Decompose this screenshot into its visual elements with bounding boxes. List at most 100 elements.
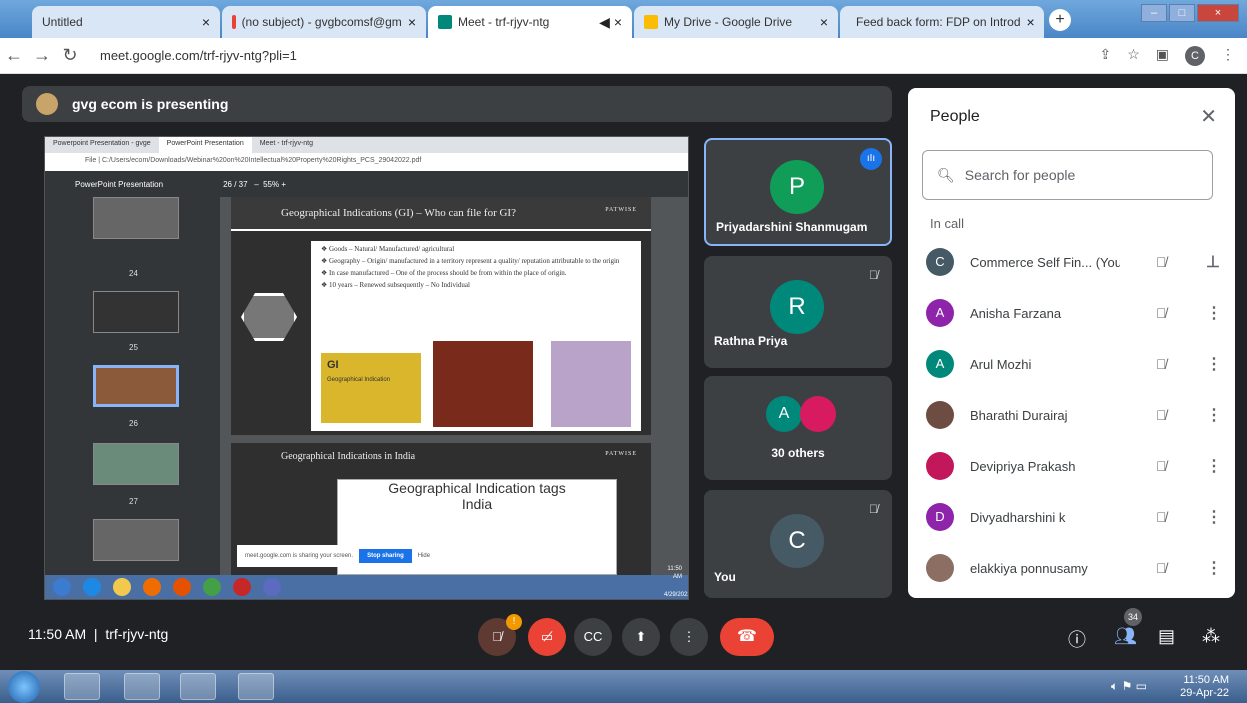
slide-title-text: Geographical Indications (GI) – Who can … <box>281 207 516 219</box>
taskbar-app-icon[interactable] <box>238 673 274 700</box>
participant-row[interactable]: A Arul Mozhi 🎙̸ ⋮ <box>926 344 1226 384</box>
start-button[interactable] <box>8 671 40 703</box>
share-icon[interactable]: ⇪ <box>1099 46 1111 66</box>
tab-close-icon[interactable]: × <box>1027 14 1035 30</box>
pin-icon[interactable]: ⊥ <box>1206 252 1220 272</box>
camera-off-button[interactable]: ▭̸ <box>528 618 566 656</box>
thumbnail-pane: 24 25 26 27 <box>45 197 220 577</box>
slide-bullet: ❖ 10 years – Renewed subsequently – No I… <box>321 281 470 289</box>
pdf-viewer: 24 25 26 27 Geographical Indications (GI… <box>45 197 688 577</box>
pdf-toolbar: PowerPoint Presentation 26 / 37 – 55% + <box>45 171 688 197</box>
folder-icon <box>113 578 131 596</box>
system-clock[interactable]: 11:50 AM 29-Apr-22 <box>1180 674 1229 700</box>
mic-off-icon: 🎙̸ <box>1156 305 1167 321</box>
os-taskbar: 🔈︎ ⚑ ▭ 11:50 AM 29-Apr-22 <box>0 670 1247 703</box>
profile-avatar[interactable]: C <box>1185 46 1205 66</box>
tab-label: Feed back form: FDP on Introd <box>856 15 1021 29</box>
participant-count-badge: 34 <box>1124 608 1142 626</box>
participant-row[interactable]: D Divyadharshini k 🎙̸ ⋮ <box>926 497 1226 537</box>
participant-photo <box>926 401 954 429</box>
people-icon[interactable]: 👥︎ <box>1114 626 1137 647</box>
meeting-time: 11:50 AM <box>28 626 87 642</box>
more-options-button[interactable]: ⋮ <box>670 618 708 656</box>
more-options-icon[interactable]: ⋮ <box>1206 456 1222 476</box>
people-panel: People ✕ 🔍︎ Search for people In call C … <box>908 88 1235 598</box>
tray-icons[interactable]: 🔈︎ ⚑ ▭ <box>1111 679 1147 694</box>
browser-tab-bar: Untitled × (no subject) - gvgbcomsf@gm × M… <box>0 0 1247 38</box>
url-field[interactable]: meet.google.com/trf-rjyv-ntg?pli=1 <box>100 48 297 63</box>
mic-off-icon: 🎙̸ <box>869 268 878 282</box>
tile-name: 30 others <box>771 446 825 460</box>
slide2-brand: PATWISE <box>605 451 637 457</box>
tab-close-icon[interactable]: ◀ × <box>599 14 622 31</box>
maximize-icon[interactable]: □ <box>1169 4 1195 22</box>
tab-close-icon[interactable]: × <box>408 14 416 30</box>
more-options-icon[interactable]: ⋮ <box>1206 303 1222 323</box>
tile-priyadarsini[interactable]: P ıIı Priyadarshini Shanmugam <box>704 138 892 246</box>
reload-icon[interactable]: ↻ <box>56 45 84 66</box>
browser-menu-icon[interactable]: ⋮ <box>1221 46 1235 66</box>
pdf-icon <box>233 578 251 596</box>
participant-row[interactable]: elakkiya ponnusamy 🎙̸ ⋮ <box>926 548 1226 588</box>
back-icon[interactable]: ← <box>0 45 28 66</box>
tile-you[interactable]: 🎙̸ C You <box>704 490 892 598</box>
participant-avatar: A <box>926 299 954 327</box>
gmail-icon <box>232 15 236 29</box>
shared-screen: Powerpoint Presentation - gvge PowerPoin… <box>44 136 689 600</box>
browser-tab-drive[interactable]: My Drive - Google Drive × <box>634 6 838 38</box>
taskbar-chrome-icon[interactable] <box>124 673 160 700</box>
captions-button[interactable]: CC <box>574 618 612 656</box>
slide-gi-who-can-file: Geographical Indications (GI) – Who can … <box>231 197 651 435</box>
window-close-icon[interactable]: × <box>1197 4 1239 22</box>
present-button[interactable]: ⬆ <box>622 618 660 656</box>
participant-row[interactable]: Devipriya Prakash 🎙̸ ⋮ <box>926 446 1226 486</box>
tab-label: Untitled <box>42 15 83 29</box>
meeting-info-icon[interactable]: ⓘ <box>1068 626 1086 652</box>
participant-name: Divyadharshini k <box>970 509 1066 525</box>
browser-tab-untitled[interactable]: Untitled × <box>32 6 220 38</box>
page-thumbnail <box>93 197 179 239</box>
participant-row[interactable]: A Anisha Farzana 🎙̸ ⋮ <box>926 293 1226 333</box>
browser-tab-gmail[interactable]: (no subject) - gvgbcomsf@gm × <box>222 6 426 38</box>
side-panel-icon[interactable]: ▣ <box>1156 46 1169 66</box>
page-thumbnail <box>93 443 179 485</box>
shared-taskbar: 11:50 AM 4/29/2022 <box>45 566 688 599</box>
activities-icon[interactable]: ⁂ <box>1202 626 1220 647</box>
tile-name: Rathna Priya <box>714 334 788 348</box>
participant-name: Devipriya Prakash <box>970 458 1076 474</box>
close-icon[interactable]: ✕ <box>1200 104 1217 129</box>
more-options-icon[interactable]: ⋮ <box>1206 558 1222 578</box>
participant-avatar: D <box>926 503 954 531</box>
taskbar-chrome-icon[interactable] <box>180 673 216 700</box>
minimize-icon[interactable]: – <box>1141 4 1167 22</box>
participant-row[interactable]: Bharathi Durairaj 🎙̸ ⋮ <box>926 395 1226 435</box>
participant-name: Anisha Farzana <box>970 305 1062 321</box>
tab-label: My Drive - Google Drive <box>664 15 793 29</box>
tab-close-icon[interactable]: × <box>820 14 828 30</box>
more-options-icon[interactable]: ⋮ <box>1206 354 1222 374</box>
slide2-title: Geographical Indications in India PATWIS… <box>231 443 651 462</box>
taskbar-chrome-icon[interactable] <box>64 673 100 700</box>
meeting-details: 11:50 AM | trf-rjyv-ntg <box>28 626 168 642</box>
pdf-page: 26 <box>223 179 232 189</box>
gi-logo-caption: Geographical Indication <box>327 377 391 383</box>
gi-logo-text: GI <box>327 359 339 371</box>
people-search-input[interactable]: 🔍︎ Search for people <box>922 150 1213 200</box>
shared-url: File | C:/Users/ecom/Downloads/Webinar%2… <box>45 153 688 171</box>
browser-tab-forms[interactable]: Feed back form: FDP on Introd × <box>840 6 1044 38</box>
tile-rathna[interactable]: 🎙̸ R Rathna Priya <box>704 256 892 368</box>
leave-call-button[interactable]: ☎ <box>720 618 774 656</box>
chat-icon[interactable]: ▤ <box>1158 626 1175 647</box>
more-options-icon[interactable]: ⋮ <box>1206 405 1222 425</box>
tab-close-icon[interactable]: × <box>202 14 210 30</box>
tile-others[interactable]: A 30 others <box>704 376 892 480</box>
participant-row[interactable]: C Commerce Self Fin... (You) 🎙̸ ⊥ <box>926 242 1226 282</box>
browser-tab-meet[interactable]: Meet - trf-rjyv-ntg ◀ × <box>428 6 632 38</box>
tile-name: Priyadarshini Shanmugam <box>716 220 868 234</box>
shared-tab: Powerpoint Presentation - gvge <box>53 140 151 147</box>
new-tab-button[interactable]: + <box>1049 9 1071 31</box>
more-options-icon[interactable]: ⋮ <box>1206 507 1222 527</box>
you-label: (You) <box>1095 254 1120 270</box>
forward-icon[interactable]: → <box>28 45 56 66</box>
bookmark-star-icon[interactable]: ☆ <box>1127 46 1140 66</box>
